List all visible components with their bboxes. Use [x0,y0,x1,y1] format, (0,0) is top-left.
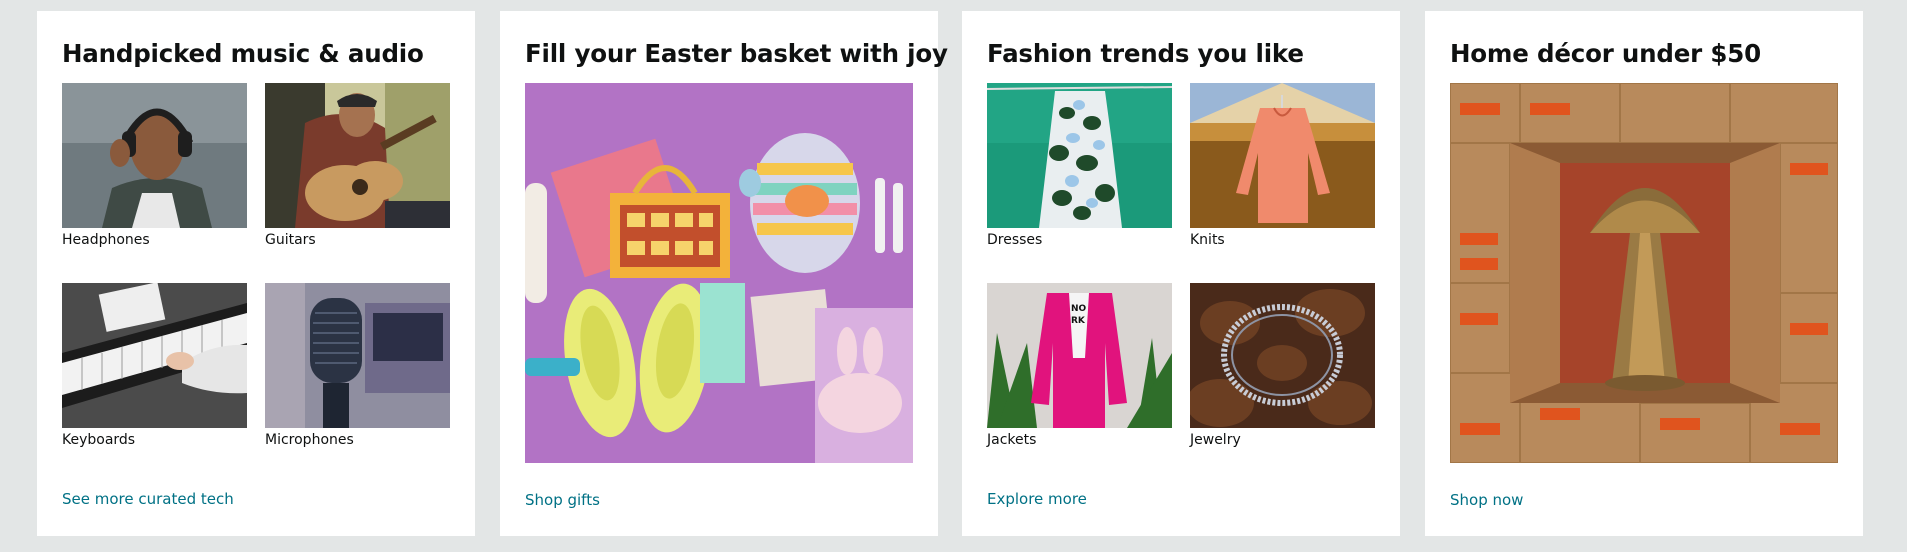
explore-more-link[interactable]: Explore more [987,490,1087,508]
tile-knits[interactable]: Knits [1190,83,1375,248]
card-title[interactable]: Fashion trends you like [987,39,1304,68]
card-fashion-trends: Fashion trends you like Dresses Knits NO… [962,11,1400,536]
card-title[interactable]: Handpicked music & audio [62,39,424,68]
tile-label[interactable]: Jackets [987,432,1172,448]
card-title[interactable]: Home décor under $50 [1450,39,1761,68]
jewelry-image[interactable] [1190,283,1375,428]
tile-label[interactable]: Microphones [265,432,450,448]
easter-basket-image[interactable] [525,83,913,463]
knits-image[interactable] [1190,83,1375,228]
svg-text:NO: NO [1071,304,1087,314]
home-decor-image[interactable] [1450,83,1838,463]
headphones-image[interactable] [62,83,247,228]
card-music-audio: Handpicked music & audio Headphones Guit… [37,11,475,536]
guitars-image[interactable] [265,83,450,228]
tile-keyboards[interactable]: Keyboards [62,283,247,448]
jackets-image[interactable]: NO RK [987,283,1172,428]
shop-now-link[interactable]: Shop now [1450,491,1523,509]
tile-dresses[interactable]: Dresses [987,83,1172,248]
card-title[interactable]: Fill your Easter basket with joy [525,39,948,68]
svg-text:RK: RK [1071,316,1086,326]
tile-label[interactable]: Headphones [62,232,247,248]
tile-jackets[interactable]: NO RK Jackets [987,283,1172,448]
tile-jewelry[interactable]: Jewelry [1190,283,1375,448]
card-easter-basket: Fill your Easter basket with joy Shop gi… [500,11,948,536]
dresses-image[interactable] [987,83,1172,228]
tile-guitars[interactable]: Guitars [265,83,450,248]
microphones-image[interactable] [265,283,450,428]
tile-label[interactable]: Guitars [265,232,450,248]
tile-headphones[interactable]: Headphones [62,83,247,248]
tile-label[interactable]: Keyboards [62,432,247,448]
tile-microphones[interactable]: Microphones [265,283,450,448]
card-home-decor: Home décor under $50 Shop now [1425,11,1863,536]
keyboards-image[interactable] [62,283,247,428]
tile-label[interactable]: Dresses [987,232,1172,248]
tile-label[interactable]: Jewelry [1190,432,1375,448]
shop-gifts-link[interactable]: Shop gifts [525,491,600,509]
tile-label[interactable]: Knits [1190,232,1375,248]
see-more-curated-tech-link[interactable]: See more curated tech [62,490,234,508]
